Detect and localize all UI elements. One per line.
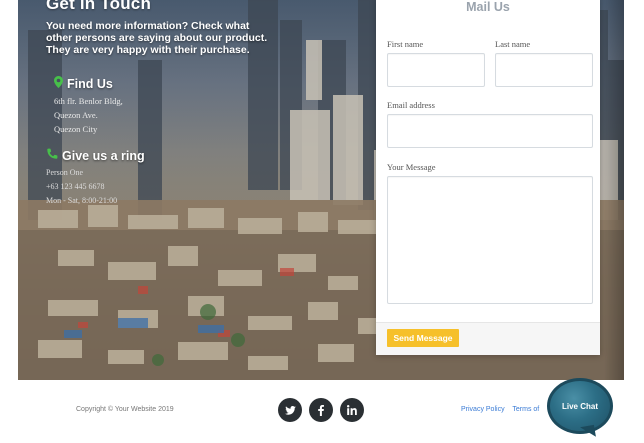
linkedin-icon[interactable]: [340, 398, 364, 422]
first-name-label: First name: [387, 39, 424, 49]
hero-edge-shadow: [604, 0, 624, 380]
form-title: Mail Us: [466, 0, 510, 14]
copyright-text: Copyright © Your Website 2019: [76, 406, 174, 413]
give-us-a-ring-label: Give us a ring: [62, 148, 145, 163]
footer-links: Privacy Policy Terms of: [461, 406, 545, 413]
page-title: Get in Touch: [46, 0, 152, 13]
terms-link[interactable]: Terms of: [512, 406, 539, 413]
send-message-button[interactable]: Send Message: [387, 329, 459, 347]
phone-number[interactable]: +63 123 445 6678: [46, 180, 117, 194]
address-line: 6th flr. Benlor Bldg,: [54, 96, 123, 106]
business-hours: Mon - Sat, 8:00-21:00: [46, 196, 118, 205]
form-actions: Send Message: [376, 322, 600, 355]
facebook-icon[interactable]: [309, 398, 333, 422]
mail-form-card: Mail Us First name Last name Email addre…: [376, 0, 600, 355]
twitter-icon[interactable]: [278, 398, 302, 422]
phone-block: Person One +63 123 445 6678 Mon - Sat, 8…: [46, 166, 117, 208]
last-name-label: Last name: [495, 39, 531, 49]
first-name-field[interactable]: [387, 53, 485, 87]
contact-info: Get in Touch You need more information? …: [46, 0, 278, 205]
map-marker-icon: [54, 76, 63, 91]
chat-bubble-tail: [580, 424, 596, 440]
find-us-label: Find Us: [67, 76, 113, 91]
live-chat-bubble[interactable]: Live Chat: [547, 378, 613, 434]
live-chat-widget[interactable]: Live Chat: [547, 378, 613, 440]
email-field[interactable]: [387, 114, 593, 148]
last-name-field[interactable]: [495, 53, 593, 87]
address-block: 6th flr. Benlor Bldg, Quezon Ave. Quezon…: [54, 94, 123, 136]
address-line: Quezon Ave.: [54, 110, 98, 120]
find-us-heading: Find Us: [54, 76, 113, 91]
live-chat-label: Live Chat: [561, 401, 598, 411]
contact-person: Person One: [46, 168, 84, 177]
give-us-a-ring-heading: Give us a ring: [46, 148, 145, 163]
privacy-policy-link[interactable]: Privacy Policy: [461, 406, 505, 413]
phone-icon: [46, 148, 58, 163]
address-line: Quezon City: [54, 124, 98, 134]
intro-text: You need more information? Check what ot…: [46, 20, 268, 56]
email-label: Email address: [387, 100, 435, 110]
message-field[interactable]: [387, 176, 593, 304]
message-label: Your Message: [387, 162, 436, 172]
